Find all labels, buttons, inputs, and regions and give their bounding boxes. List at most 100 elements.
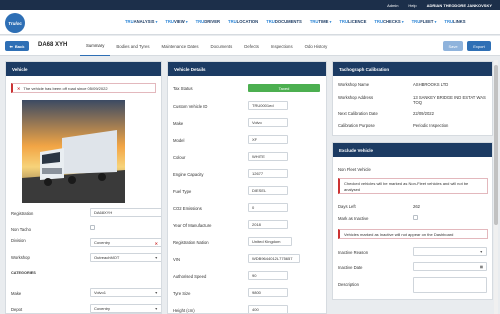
- depot-select[interactable]: Coventry ▼: [90, 304, 161, 313]
- engine-capacity-input[interactable]: 12677: [248, 169, 288, 178]
- user-menu[interactable]: ADRIAN THEODORE JANKOVSKY: [427, 3, 492, 8]
- tab-odo-history[interactable]: Odo History: [299, 36, 334, 56]
- tyre-size-input[interactable]: 9800: [248, 288, 288, 297]
- detail-label: Authorised Speed: [173, 274, 207, 279]
- detail-label: Make: [173, 121, 184, 126]
- tacho-value: ASHBROOKS LTD: [413, 82, 449, 87]
- scrollbar-thumb[interactable]: [494, 65, 498, 225]
- detail-label: Engine Capacity: [173, 172, 204, 177]
- chevron-down-icon: ▾: [434, 20, 437, 24]
- nav-prefix: TRU: [125, 19, 134, 24]
- chevron-down-icon: ▾: [185, 20, 188, 24]
- nav-trutime[interactable]: TRUTIME ▾: [310, 19, 332, 24]
- nav-trulocation[interactable]: TRULOCATION: [228, 19, 258, 24]
- mark-inactive-label: Mark as Inactive: [338, 216, 369, 221]
- registration-label: Registration: [11, 211, 34, 216]
- inactive-reason-select[interactable]: ▼: [413, 247, 487, 256]
- vin-input[interactable]: WDB9644012L775657: [248, 254, 300, 263]
- caret-down-icon: ▼: [154, 291, 158, 295]
- nav-prefix: TRU: [266, 19, 275, 24]
- tab-summary[interactable]: Summary: [80, 36, 111, 56]
- days-left-value: 262: [413, 204, 420, 209]
- vehicle-panel-header: Vehicle: [6, 62, 161, 76]
- tacho-label: Next Calibration Date: [338, 111, 378, 116]
- inactive-reason-label: Inactive Reason: [338, 250, 369, 255]
- workshop-select[interactable]: OutreachMOT ▼: [90, 253, 161, 262]
- tab-maintenance-dates[interactable]: Maintenance Dates: [156, 36, 205, 56]
- non-tacho-checkbox[interactable]: [90, 225, 95, 230]
- non-fleet-alert: Checked vehicles will be marked as Non-F…: [338, 178, 488, 194]
- make-select[interactable]: Volvo1 ▼: [90, 288, 161, 297]
- registration-nation-input[interactable]: United Kingdom: [248, 237, 292, 246]
- workshop-label: Workshop: [11, 255, 30, 260]
- nav-trulinks[interactable]: TRULINKS: [444, 19, 465, 24]
- division-select[interactable]: Coventry ✕: [90, 238, 161, 247]
- nav-prefix: TRU: [411, 19, 421, 24]
- page-scrollbar[interactable]: [494, 60, 498, 314]
- colour-input[interactable]: WHITE: [248, 152, 288, 161]
- tab-documents[interactable]: Documents: [205, 36, 239, 56]
- tab-defects[interactable]: Defects: [238, 36, 265, 56]
- nav-label: LICENCE: [347, 19, 367, 24]
- clear-icon[interactable]: ✕: [155, 241, 158, 246]
- make-value: Volvo1: [94, 290, 107, 295]
- model-input[interactable]: XF: [248, 135, 288, 144]
- co2-emissions-input[interactable]: 0: [248, 203, 288, 212]
- chevron-down-icon: ▾: [401, 20, 404, 24]
- detail-label: Custom Vehicle ID: [173, 104, 208, 109]
- make-label: Make: [11, 291, 22, 296]
- tab-inspections[interactable]: Inspections: [265, 36, 299, 56]
- nav-truview[interactable]: TRUVIEW ▾: [165, 19, 187, 24]
- chevron-down-icon: ▾: [155, 20, 158, 24]
- inactive-date-input[interactable]: ▦: [413, 262, 487, 271]
- calendar-icon[interactable]: ▦: [480, 265, 483, 269]
- exclude-vehicle-panel: Exclude Vehicle Non Fleet Vehicle Checke…: [332, 142, 493, 300]
- nav-trufleet[interactable]: TRUFLEET ▾: [412, 19, 437, 24]
- nav-trudriver[interactable]: TRUDRIVER: [196, 19, 220, 24]
- depot-value: Coventry: [94, 306, 111, 311]
- mark-inactive-checkbox[interactable]: [413, 215, 418, 220]
- export-button[interactable]: Export: [467, 41, 491, 51]
- vehicle-registration-title: DA68 XYH: [38, 42, 68, 48]
- nav-label: DOCUMENTS: [274, 19, 302, 24]
- height-input[interactable]: 400: [248, 305, 288, 313]
- back-label: Back: [14, 43, 25, 49]
- tacho-value: Periodic Inspection: [413, 123, 449, 128]
- detail-label: Year Of Manufacture: [173, 223, 212, 228]
- description-input[interactable]: [413, 277, 487, 293]
- division-value: Coventry: [94, 240, 111, 245]
- detail-label: Tyre Size: [173, 291, 191, 296]
- caret-down-icon: ▼: [154, 307, 158, 311]
- nav-trulicence[interactable]: TRULICENCE: [339, 19, 366, 24]
- nav-trudocuments[interactable]: TRUDOCUMENTS: [266, 19, 302, 24]
- fuel-type-input[interactable]: DIESEL: [248, 186, 288, 195]
- nav-label: DRIVER: [204, 19, 221, 24]
- nav-prefix: TRU: [228, 19, 237, 24]
- categories-label: CATEGORIES: [11, 271, 36, 275]
- registration-input[interactable]: DA68XYH: [90, 208, 161, 217]
- nav-truchecks[interactable]: TRUCHECKS ▾: [374, 19, 403, 24]
- detail-label: VIN: [173, 257, 180, 262]
- caret-down-icon: ▼: [479, 250, 483, 254]
- tacho-value: 13 SANKEY BRIDGE IND ESTAT WAS TOQ: [413, 95, 486, 105]
- inactive-alert: Vehicles marked as Inactive will not app…: [338, 229, 488, 239]
- truloc-logo[interactable]: Truloc: [5, 13, 25, 33]
- vehicle-photo: [22, 100, 125, 203]
- make-input[interactable]: Volvo: [248, 118, 288, 127]
- vehicle-details-panel: Vehicle Details Tax Status Taxed Custom …: [167, 61, 327, 314]
- detail-label: Height (cm): [173, 308, 195, 313]
- top-bar: Admin Help ADRIAN THEODORE JANKOVSKY: [0, 0, 500, 10]
- tab-bodies-and-tyres[interactable]: Bodies and Tyres: [110, 36, 155, 56]
- custom-vehicle-id-input[interactable]: TRU0001ed: [248, 101, 288, 110]
- year-of-manufacture-input[interactable]: 2018: [248, 220, 288, 229]
- authorised-speed-input[interactable]: 90: [248, 271, 288, 280]
- help-link[interactable]: Help: [408, 3, 416, 8]
- description-label: Description: [338, 282, 359, 287]
- arrow-left-icon: ⬅: [9, 43, 13, 49]
- save-button[interactable]: Save: [443, 41, 463, 51]
- tacho-value: 22/09/2022: [413, 111, 434, 116]
- nav-label: TIME: [318, 19, 329, 24]
- back-button[interactable]: ⬅ Back: [5, 41, 29, 51]
- admin-link[interactable]: Admin: [387, 3, 398, 8]
- nav-truanalysis[interactable]: TRUANALYSIS ▾: [125, 19, 157, 24]
